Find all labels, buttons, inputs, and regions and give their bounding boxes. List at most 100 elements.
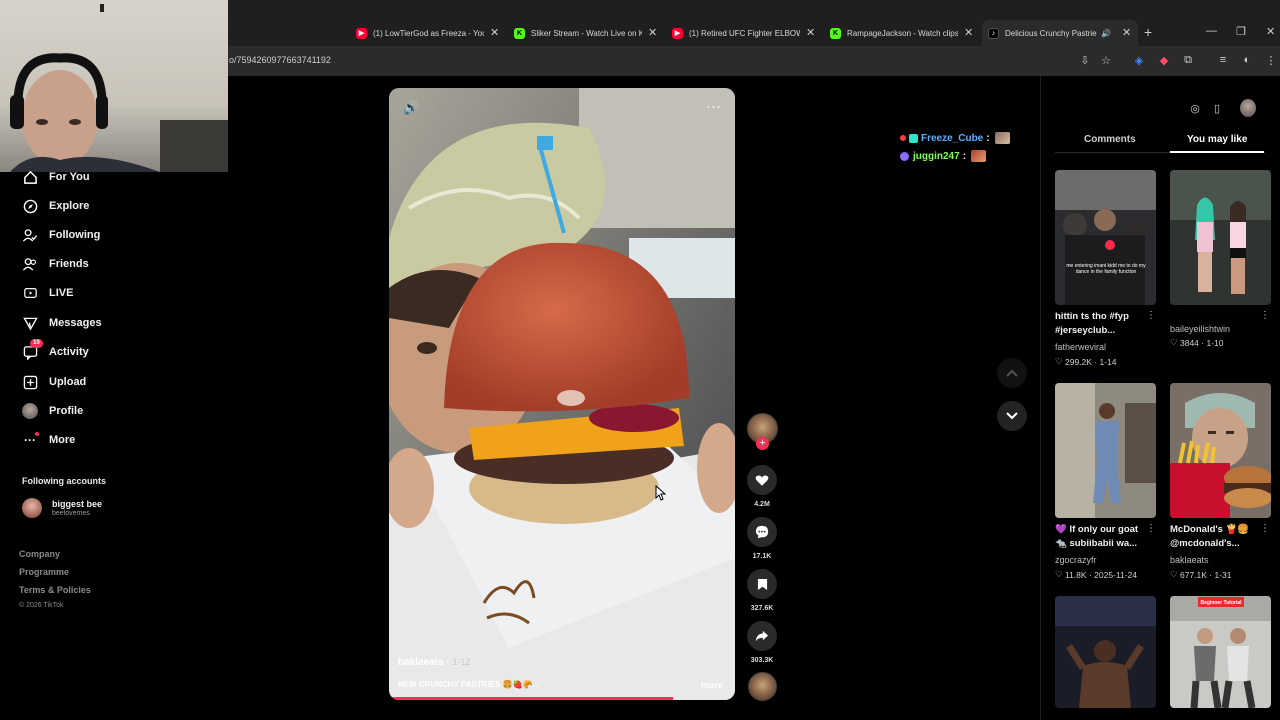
video-card-title[interactable]: McDonald's 🍟🍔 @mcdonald's... bbox=[1170, 523, 1266, 551]
sidebar-item-for-you[interactable]: For You bbox=[22, 167, 90, 187]
video-card-thumbnail[interactable]: Beginner Tutorial bbox=[1170, 596, 1271, 708]
extensions-puzzle-icon[interactable]: ⧉ bbox=[1181, 53, 1195, 67]
following-account-item[interactable]: biggest bee beelovemes bbox=[22, 498, 102, 518]
video-card-author[interactable]: baileyeilishtwin bbox=[1170, 324, 1230, 334]
youtube-icon: ▶ bbox=[356, 27, 367, 39]
bookmark-star-icon[interactable]: ☆ bbox=[1099, 53, 1113, 67]
video-card-thumbnail[interactable]: me entering imani kidd me to do my dance… bbox=[1055, 170, 1156, 305]
video-card-thumbnail[interactable] bbox=[1055, 383, 1156, 518]
video-card-author[interactable]: zgocrazyfr bbox=[1055, 555, 1097, 565]
video-card-thumbnail[interactable] bbox=[1170, 170, 1271, 305]
webcam-overlay bbox=[0, 0, 228, 172]
user-avatar[interactable] bbox=[1240, 99, 1256, 117]
sidebar-item-live[interactable]: LIVE bbox=[22, 283, 73, 303]
video-caption: NEW CRUNCHY PASTRIES 🍔🍓🥐... bbox=[398, 680, 540, 689]
messages-icon bbox=[22, 315, 38, 331]
compass-icon bbox=[22, 198, 38, 214]
following-icon bbox=[22, 227, 38, 243]
profile-avatar-icon[interactable]: ◐ bbox=[1240, 53, 1254, 67]
like-button[interactable] bbox=[747, 465, 777, 495]
explore-icon[interactable]: ◎ bbox=[1187, 100, 1203, 116]
comment-button[interactable] bbox=[747, 517, 777, 547]
chat-badge-icon bbox=[909, 133, 918, 143]
browser-tab[interactable]: K Sliker Stream - Watch Live on K bbox=[514, 22, 642, 44]
sidebar-item-following[interactable]: Following bbox=[22, 225, 100, 245]
chevron-down-icon bbox=[1006, 412, 1018, 420]
video-card-title[interactable]: hittin ts tho #fyp #jerseyclub... bbox=[1055, 310, 1151, 338]
caption-more-link[interactable]: more bbox=[701, 680, 723, 690]
close-tab-icon[interactable]: ✕ bbox=[490, 26, 499, 39]
new-tab-icon[interactable]: + bbox=[1144, 24, 1152, 40]
minimize-icon[interactable]: — bbox=[1206, 25, 1217, 37]
comment-icon bbox=[755, 525, 769, 539]
video-card-thumbnail[interactable] bbox=[1170, 383, 1271, 518]
heart-outline-icon: ♡ bbox=[1170, 569, 1180, 579]
install-app-icon[interactable]: ⇩ bbox=[1078, 53, 1092, 67]
video-player[interactable]: 🔊 ··· baklaeats · 1-12 NEW CRUNCHY PASTR… bbox=[389, 88, 735, 700]
chat-emote bbox=[971, 150, 987, 162]
browser-tab[interactable]: ▶ (1) Retired UFC Fighter ELBOW bbox=[672, 22, 800, 44]
close-tab-icon[interactable]: ✕ bbox=[964, 26, 973, 39]
home-icon bbox=[22, 169, 38, 185]
copyright-text: © 2026 TikTok bbox=[19, 602, 64, 609]
thumbnail-image bbox=[1055, 170, 1156, 305]
profile-avatar bbox=[22, 403, 38, 419]
sidebar-item-upload[interactable]: Upload bbox=[22, 372, 86, 392]
close-window-icon[interactable]: ✕ bbox=[1266, 25, 1275, 38]
tiktok-icon: ♪ bbox=[988, 27, 999, 39]
card-options-icon[interactable]: ⋮ bbox=[1260, 523, 1270, 534]
video-card-thumbnail[interactable] bbox=[1055, 596, 1156, 708]
sidebar-item-friends[interactable]: Friends bbox=[22, 254, 89, 274]
sidebar-item-activity[interactable]: 19 Activity bbox=[22, 339, 89, 362]
sidebar-item-more[interactable]: ··· More bbox=[22, 430, 75, 450]
extension-icon[interactable]: ◆ bbox=[1157, 53, 1171, 67]
browser-tab-active[interactable]: ♪ Delicious Crunchy Pastries 🔊 bbox=[982, 20, 1138, 46]
url-text[interactable]: o/7594260977663741192 bbox=[229, 55, 331, 65]
footer-link-programme[interactable]: Programme bbox=[19, 567, 69, 577]
reading-list-icon[interactable]: ≡ bbox=[1216, 53, 1230, 67]
share-icon bbox=[756, 630, 768, 642]
video-card-stats: ♡ 3844 · 1-10 bbox=[1170, 337, 1224, 348]
next-video-button[interactable] bbox=[997, 401, 1027, 431]
video-author[interactable]: baklaeats · 1-12 bbox=[398, 657, 471, 668]
maximize-icon[interactable]: ❐ bbox=[1236, 25, 1246, 38]
close-tab-icon[interactable]: ✕ bbox=[1122, 26, 1131, 39]
share-button[interactable] bbox=[747, 621, 777, 651]
browser-tab[interactable]: K RampageJackson - Watch clips bbox=[830, 22, 958, 44]
sound-disc-avatar[interactable] bbox=[748, 672, 777, 701]
card-options-icon[interactable]: ⋮ bbox=[1146, 523, 1156, 534]
extension-icon[interactable]: ◈ bbox=[1132, 53, 1146, 67]
previous-video-button[interactable] bbox=[997, 358, 1027, 388]
sidebar-item-messages[interactable]: Messages bbox=[22, 313, 102, 333]
menu-dots-icon[interactable]: ⋮ bbox=[1264, 53, 1278, 67]
browser-tab[interactable]: ▶ (1) LowTierGod as Freeza - You bbox=[356, 22, 484, 44]
video-frame-image bbox=[389, 88, 735, 700]
video-card-stats: ♡ 299.2K · 1-14 bbox=[1055, 356, 1117, 367]
close-tab-icon[interactable]: ✕ bbox=[806, 26, 815, 39]
video-card-author[interactable]: baklaeats bbox=[1170, 555, 1209, 565]
chat-message: juggin247: bbox=[900, 150, 987, 162]
more-options-icon[interactable]: ··· bbox=[706, 98, 721, 115]
sidebar-item-explore[interactable]: Explore bbox=[22, 196, 89, 216]
chat-message: Freeze_Cube: bbox=[900, 132, 1010, 144]
save-button[interactable] bbox=[747, 569, 777, 599]
save-count: 327.6K bbox=[750, 605, 774, 612]
following-accounts-title: Following accounts bbox=[22, 476, 107, 486]
bookmark-icon bbox=[757, 578, 767, 590]
video-progress-bar[interactable] bbox=[389, 697, 673, 700]
footer-link-terms[interactable]: Terms & Policies bbox=[19, 585, 91, 595]
footer-link-company[interactable]: Company bbox=[19, 549, 60, 559]
video-card-author[interactable]: fatherweviral bbox=[1055, 342, 1106, 352]
video-card-title[interactable]: 💜 If only our goat 🐀 subiibabii wa... bbox=[1055, 523, 1151, 551]
device-icon[interactable]: ▯ bbox=[1209, 100, 1225, 116]
live-icon bbox=[22, 285, 38, 301]
tab-you-may-like[interactable]: You may like bbox=[1187, 134, 1247, 145]
close-tab-icon[interactable]: ✕ bbox=[648, 26, 657, 39]
tab-comments[interactable]: Comments bbox=[1084, 134, 1136, 145]
card-options-icon[interactable]: ⋮ bbox=[1260, 310, 1270, 321]
sidebar-item-profile[interactable]: Profile bbox=[22, 401, 83, 421]
card-options-icon[interactable]: ⋮ bbox=[1146, 310, 1156, 321]
heart-icon bbox=[755, 474, 769, 486]
follow-plus-icon[interactable]: + bbox=[756, 437, 769, 450]
volume-icon[interactable]: 🔊 bbox=[403, 100, 419, 116]
